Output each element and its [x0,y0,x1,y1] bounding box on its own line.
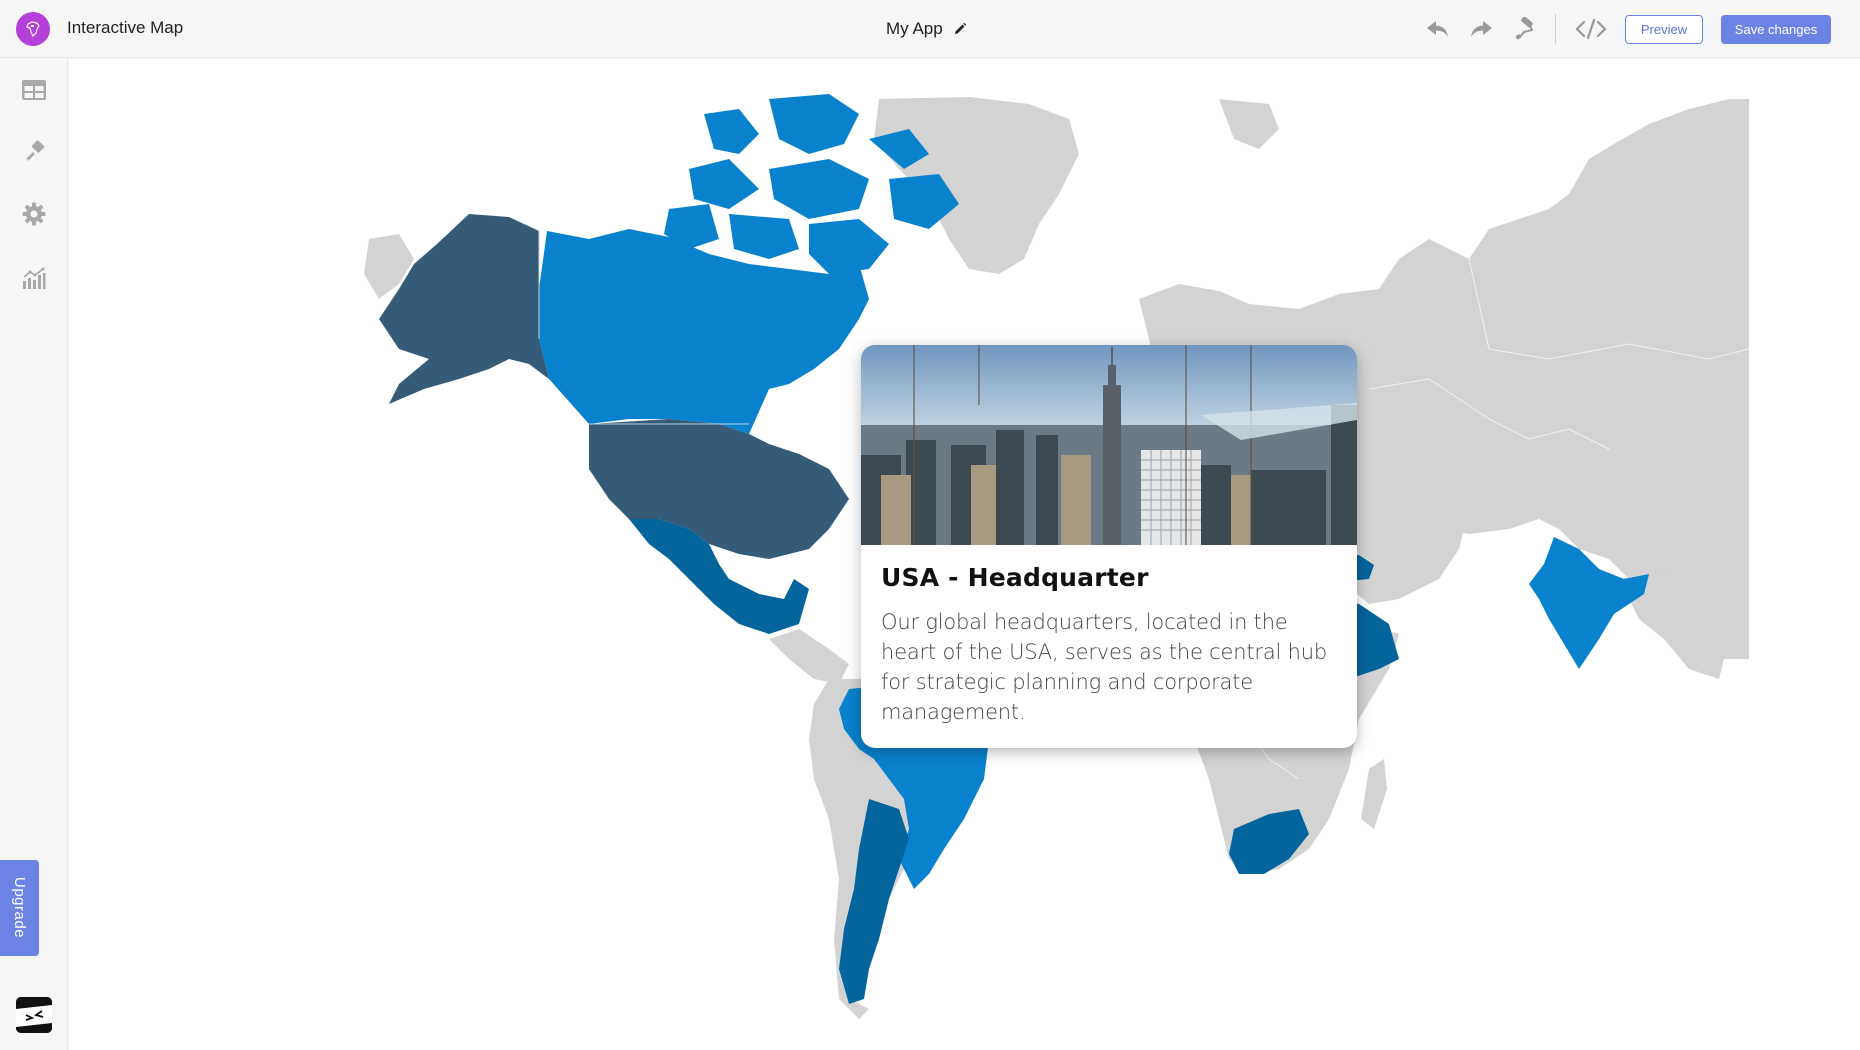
upgrade-button[interactable]: Upgrade [0,860,39,956]
sidebar-item-design[interactable] [20,138,48,166]
location-popup[interactable]: USA - Headquarter Our global headquarter… [861,345,1357,748]
project-title[interactable]: My App [886,19,967,39]
code-button[interactable] [1574,16,1608,42]
gear-icon [22,202,46,226]
brand-logo-icon [16,997,52,1033]
country-madagascar [1361,759,1387,829]
paint-roller-icon [1515,17,1534,40]
sidebar: Upgrade [0,58,68,1050]
preview-button[interactable]: Preview [1625,15,1703,44]
empire-state-building [1103,385,1121,545]
brand-logo[interactable] [16,997,52,1033]
country-usa[interactable] [589,419,849,559]
pencil-icon[interactable] [953,22,967,36]
save-changes-button[interactable]: Save changes [1721,15,1831,44]
undo-icon [1427,21,1448,37]
africa-map-icon [26,21,40,38]
map-canvas: USA - Headquarter Our global headquarter… [69,59,1860,1050]
country-usa-alaska[interactable] [379,214,549,404]
top-bar: Interactive Map My App Preview Save chan… [0,0,1860,58]
sidebar-item-content[interactable] [20,76,48,104]
sidebar-item-analytics[interactable] [20,264,48,292]
theme-button[interactable] [1510,16,1538,42]
upgrade-label: Upgrade [11,877,28,939]
paintbrush-icon [26,140,45,161]
chart-icon [23,267,46,289]
code-icon [1575,18,1607,40]
redo-icon [1471,21,1492,37]
toolbar-divider [1555,14,1556,44]
table-icon [22,80,46,100]
project-name: My App [886,19,943,38]
app-title: Interactive Map [67,18,184,37]
sidebar-item-settings[interactable] [20,200,48,228]
popup-title: USA - Headquarter [881,563,1149,592]
country-svalbard [1219,99,1279,149]
headquarter-photo [861,345,1357,545]
undo-button[interactable] [1424,16,1452,42]
app-logo[interactable] [16,12,50,46]
region-central-america [769,629,849,684]
popup-description: Our global headquarters, located in the … [881,610,1327,724]
redo-button[interactable] [1467,16,1495,42]
